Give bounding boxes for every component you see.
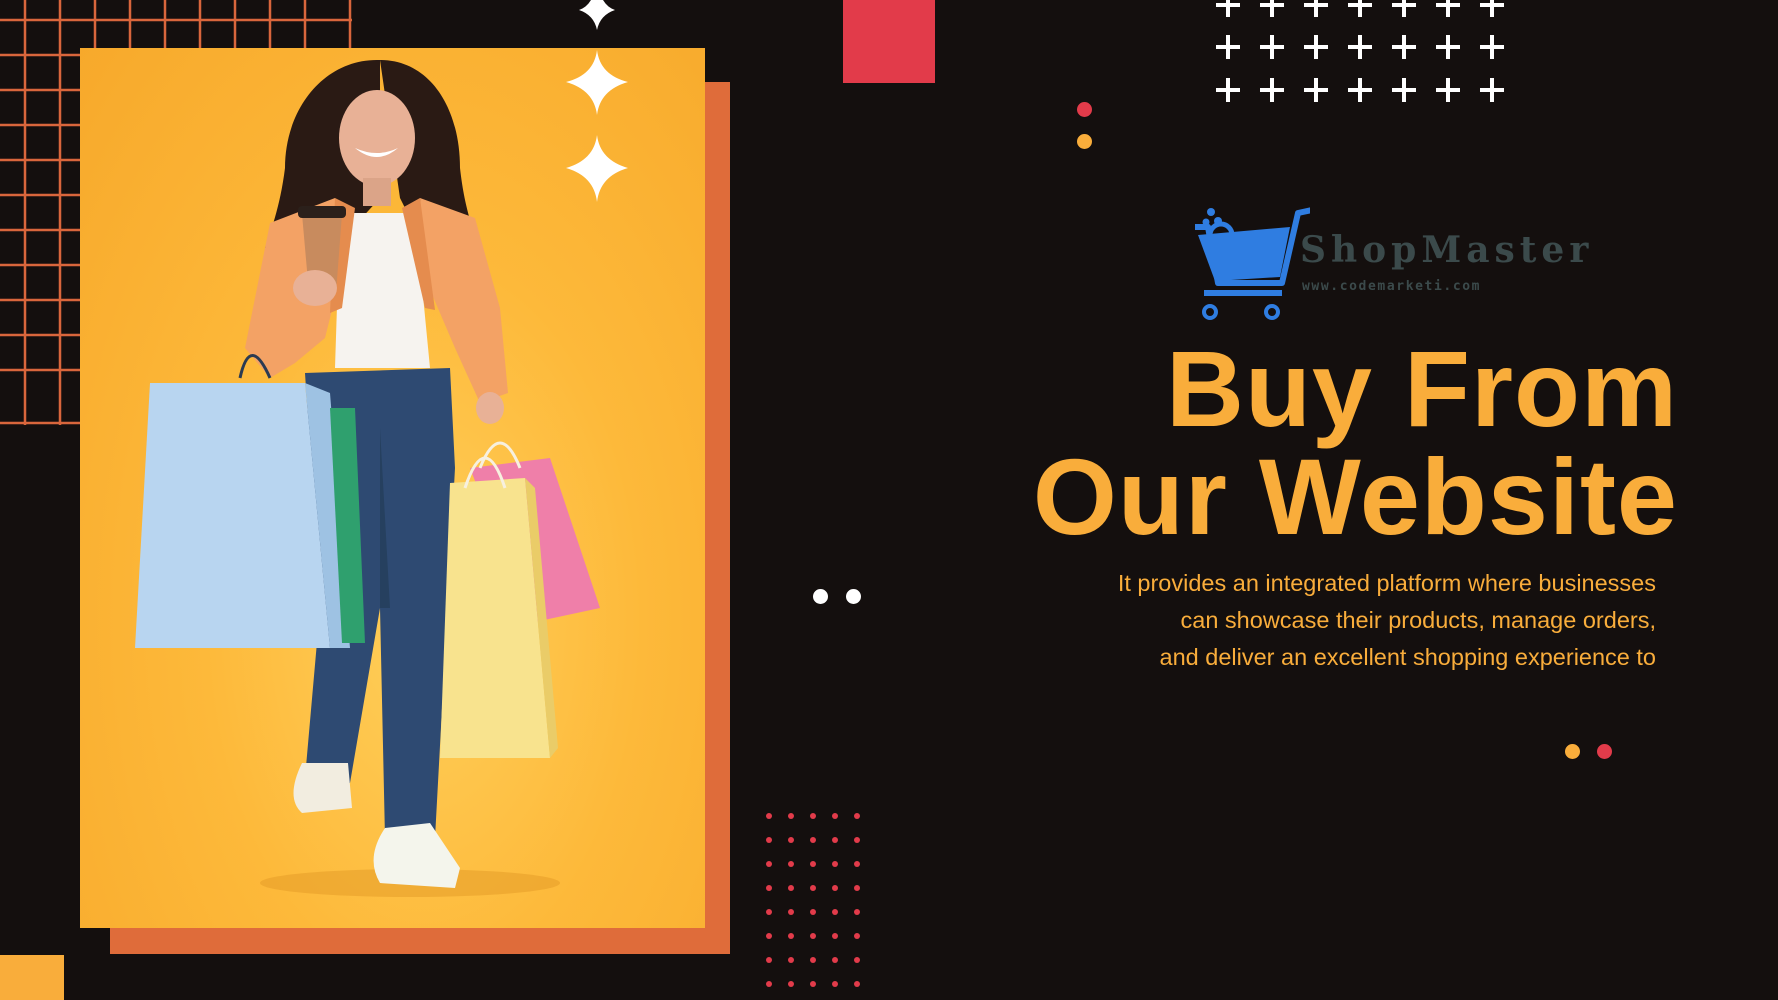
hero-banner: ShopMaster www.codemarketi.com Buy From … (0, 0, 1778, 1000)
description-line-1: It provides an integrated platform where… (1117, 570, 1656, 596)
dot-red-top (1077, 102, 1092, 117)
headline-line-2: Our Website (1032, 436, 1678, 557)
description-line-3: and deliver an excellent shopping experi… (1159, 644, 1656, 670)
brand-logo[interactable]: ShopMaster www.codemarketi.com (1190, 205, 1610, 325)
brand-name: ShopMaster (1300, 229, 1594, 271)
dot-grid-pattern (766, 813, 860, 987)
dot-yellow-bottom (1565, 744, 1580, 759)
description: It provides an integrated platform where… (956, 565, 1656, 676)
plus-pattern (1216, 0, 1504, 102)
headline-line-1: Buy From (1165, 328, 1678, 449)
shopping-cart-icon (1195, 207, 1310, 320)
dot-white-left (813, 589, 828, 604)
corner-block-red (843, 0, 935, 83)
page-title: Buy From Our Website (778, 335, 1678, 551)
description-line-2: can showcase their products, manage orde… (1180, 607, 1656, 633)
dot-yellow-top (1077, 134, 1092, 149)
dot-white-right (846, 589, 861, 604)
corner-block-yellow (0, 955, 64, 1000)
sparkle-icons (566, 0, 628, 202)
brand-url[interactable]: www.codemarketi.com (1302, 279, 1481, 294)
dot-red-bottom (1597, 744, 1612, 759)
